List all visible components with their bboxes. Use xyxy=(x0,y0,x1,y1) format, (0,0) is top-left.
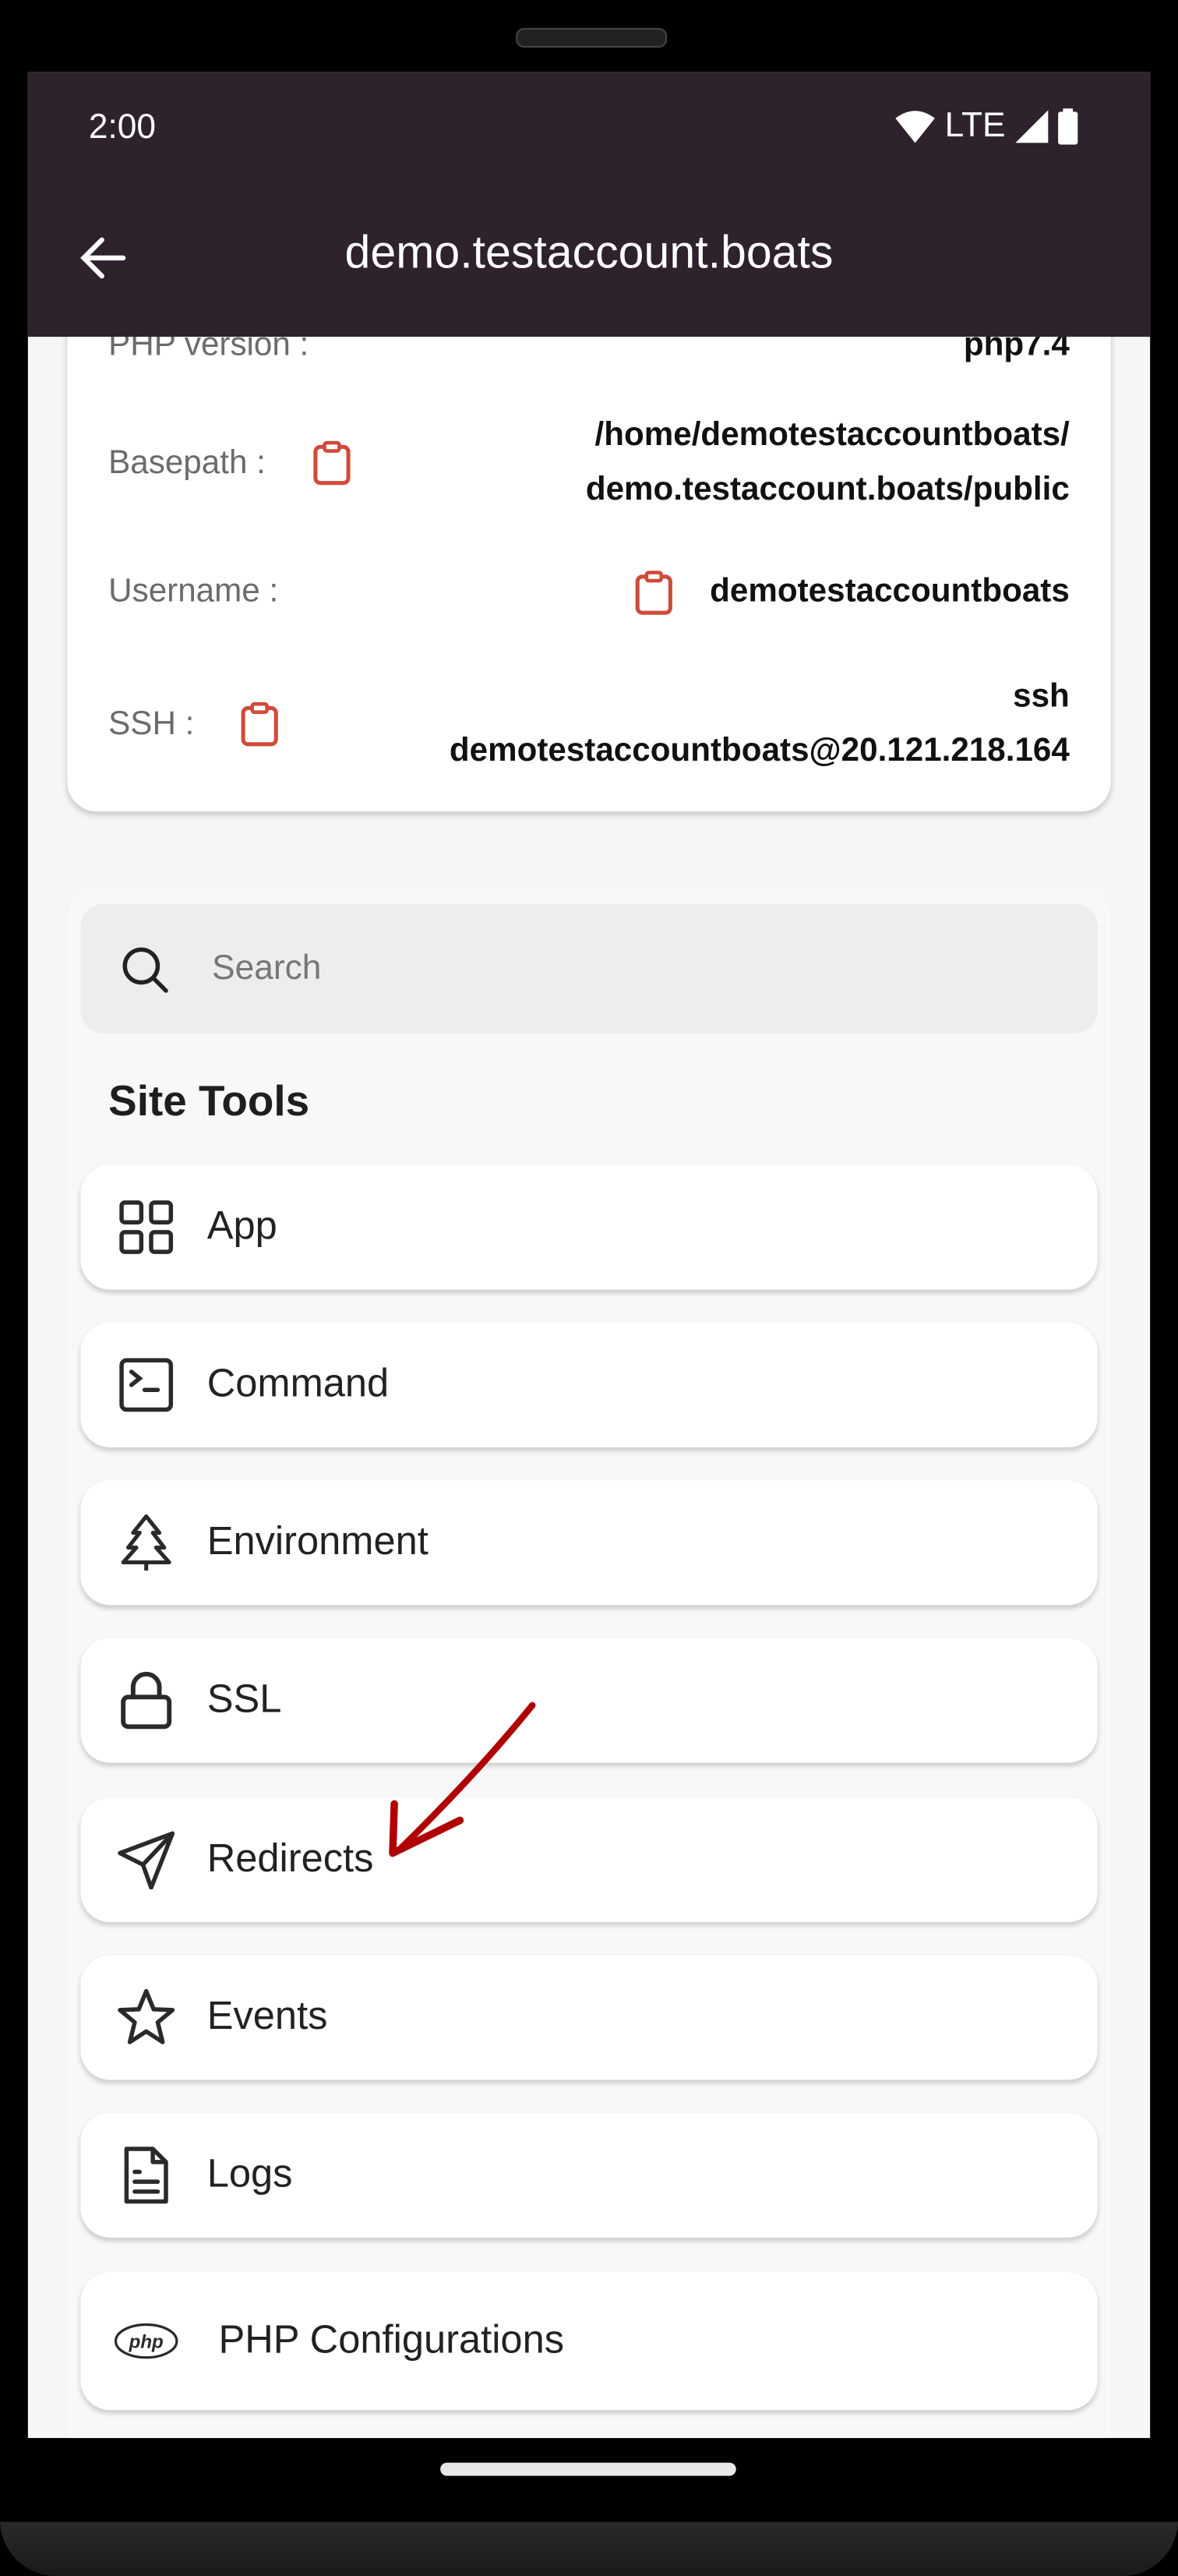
grid-icon xyxy=(119,1200,174,1254)
tool-item-command[interactable]: Command xyxy=(80,1322,1098,1447)
ssh-label: SSH : xyxy=(108,705,195,742)
php-icon: php xyxy=(114,2323,178,2359)
status-time: 2:00 xyxy=(88,108,157,147)
tool-label: Logs xyxy=(206,2152,293,2197)
username-value: demotestaccountboats xyxy=(710,573,1070,610)
tool-label: App xyxy=(206,1204,277,1249)
basepath-row: Basepath : /home/demotestaccountboats/ d… xyxy=(108,409,1070,518)
tool-label: PHP Configurations xyxy=(218,2318,565,2363)
tool-item-logs[interactable]: Logs xyxy=(80,2112,1098,2238)
battery-icon xyxy=(1058,108,1078,145)
username-row: Username : demotestaccountboats xyxy=(108,565,1070,620)
document-icon xyxy=(124,2147,168,2204)
copy-basepath-clipboard-icon[interactable] xyxy=(312,440,351,486)
copy-ssh-clipboard-icon[interactable] xyxy=(240,701,280,747)
tool-item-ssl[interactable]: SSL xyxy=(80,1638,1098,1763)
tool-label: SSL xyxy=(206,1677,282,1722)
tool-item-app[interactable]: App xyxy=(80,1164,1098,1290)
wifi-icon xyxy=(895,111,935,143)
site-tools-heading: Site Tools xyxy=(108,1076,310,1125)
phone-frame-bottom xyxy=(0,2521,1178,2576)
copy-username-clipboard-icon[interactable] xyxy=(634,569,674,615)
ssh-row: SSH : ssh demotestaccountboats@20.121.21… xyxy=(108,670,1070,779)
tool-item-redirects[interactable]: Redirects xyxy=(80,1797,1098,1923)
tool-label: Redirects xyxy=(206,1836,374,1882)
tool-item-environment[interactable]: Environment xyxy=(80,1480,1098,1606)
svg-text:php: php xyxy=(129,2332,164,2353)
tree-icon xyxy=(121,1514,171,1571)
phone-frame: 2:00 LTE demo.testaccount.boats PHP vers… xyxy=(0,0,1178,2576)
basepath-label: Basepath : xyxy=(108,444,266,481)
status-icons: LTE xyxy=(895,107,1078,147)
tool-item-php-configurations[interactable]: php PHP Configurations xyxy=(80,2272,1098,2411)
send-icon xyxy=(118,1831,175,1889)
app-bar: 2:00 LTE demo.testaccount.boats xyxy=(27,72,1151,337)
search-icon xyxy=(122,946,168,992)
lock-icon xyxy=(121,1671,172,1730)
tool-label: Command xyxy=(206,1362,390,1407)
search-input[interactable]: Search xyxy=(80,903,1098,1034)
basepath-value-line1: /home/demotestaccountboats/ xyxy=(594,417,1070,454)
home-indicator[interactable] xyxy=(440,2462,736,2476)
site-tools-card: Search Site Tools App Command Environmen… xyxy=(67,890,1111,2438)
ssh-value-line1: ssh xyxy=(1013,678,1070,715)
speaker xyxy=(516,27,668,48)
network-label: LTE xyxy=(944,107,1006,145)
signal-icon xyxy=(1015,110,1049,143)
tool-label: Events xyxy=(206,1994,328,2039)
tool-item-events[interactable]: Events xyxy=(80,1955,1098,2080)
screen: 2:00 LTE demo.testaccount.boats PHP vers… xyxy=(27,72,1151,2438)
username-label: Username : xyxy=(108,573,279,610)
ssh-value-line2: demotestaccountboats@20.121.218.164 xyxy=(449,733,1070,769)
basepath-value-line2: demo.testaccount.boats/public xyxy=(585,471,1070,508)
terminal-icon xyxy=(119,1358,174,1412)
page-title: demo.testaccount.boats xyxy=(344,226,834,278)
star-icon xyxy=(118,1988,175,2044)
search-placeholder: Search xyxy=(212,949,322,987)
tool-label: Environment xyxy=(206,1519,429,1564)
